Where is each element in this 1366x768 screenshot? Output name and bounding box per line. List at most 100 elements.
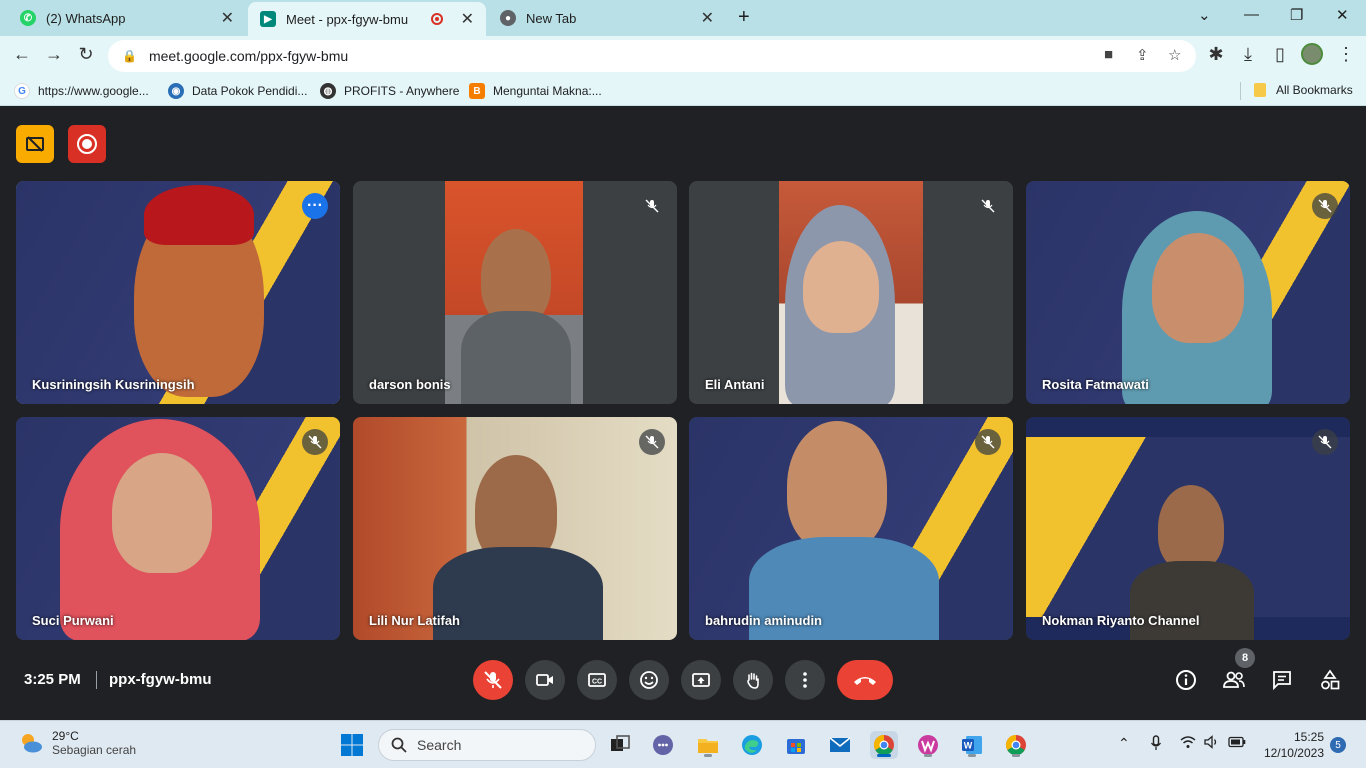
download-icon[interactable]: ⤓ [1236, 44, 1260, 65]
weather-widget[interactable]: 29°C Sebagian cerah [18, 729, 136, 757]
participant-shirt [1130, 561, 1254, 640]
taskbar-app-wps[interactable] [914, 731, 942, 759]
taskbar-app-mail[interactable] [826, 731, 854, 759]
start-button[interactable] [338, 731, 366, 759]
back-arrow-icon[interactable]: ← [10, 44, 34, 65]
volume-icon[interactable] [1204, 735, 1220, 752]
hang-up-icon [854, 677, 876, 685]
emoji-icon [640, 671, 658, 689]
close-tab-icon[interactable]: ✕ [461, 9, 474, 29]
battery-icon[interactable] [1228, 735, 1246, 751]
meeting-code: ppx-fgyw-bmu [109, 671, 212, 688]
participant-tile-6[interactable]: Lili Nur Latifah [353, 417, 677, 640]
more-options-button[interactable] [785, 660, 825, 700]
participant-tile-2[interactable]: darson bonis [353, 181, 677, 404]
dapodik-icon: ◉ [168, 83, 184, 99]
reload-icon[interactable]: ↻ [74, 44, 98, 65]
close-tab-icon[interactable]: ✕ [701, 8, 714, 28]
tray-overflow-chevron-icon[interactable]: ⌃ [1118, 735, 1130, 752]
leave-call-button[interactable] [837, 660, 893, 700]
participant-tile-4[interactable]: Rosita Fatmawati [1026, 181, 1350, 404]
share-icon[interactable]: ⇪ [1136, 46, 1149, 64]
windows-logo-icon [341, 734, 363, 756]
participant-name: bahrudin aminudin [705, 613, 822, 628]
bookmark-dapodik[interactable]: ◉ Data Pokok Pendidi... [168, 83, 307, 99]
captions-button[interactable]: CC [577, 660, 617, 700]
search-placeholder: Search [417, 737, 462, 753]
captions-off-badge[interactable] [16, 125, 54, 163]
mic-toggle-button[interactable] [473, 660, 513, 700]
taskbar-app-store[interactable] [782, 731, 810, 759]
people-icon [1223, 671, 1245, 688]
browser-tab-strip: ✆ (2) WhatsApp ✕ ▶ Meet - ppx-fgyw-bmu ✕… [0, 0, 1366, 36]
meeting-details-button[interactable] [1173, 667, 1199, 693]
side-panel-icon[interactable]: ▯ [1268, 44, 1292, 65]
taskbar-search[interactable]: Search [378, 729, 596, 761]
taskbar-app-teams-chat[interactable] [649, 731, 677, 759]
camera-permission-icon[interactable]: ■ [1104, 46, 1113, 63]
participant-name: Suci Purwani [32, 613, 114, 628]
new-tab-plus-icon[interactable]: + [738, 6, 750, 29]
taskbar-app-chrome-active[interactable] [870, 731, 898, 759]
meet-stage: ··· Kusriningsih Kusriningsih darson bon… [0, 107, 1366, 719]
participant-shirt [461, 311, 571, 404]
minimize-icon[interactable]: — [1244, 6, 1259, 23]
participant-tile-3[interactable]: Eli Antani [689, 181, 1013, 404]
taskbar-app-chrome-profile[interactable] [1002, 731, 1030, 759]
tab-meet[interactable]: ▶ Meet - ppx-fgyw-bmu ✕ [248, 2, 486, 36]
recording-badge[interactable] [68, 125, 106, 163]
notification-count-badge[interactable]: 5 [1330, 737, 1346, 753]
tab-search-chevron-icon[interactable]: ⌄ [1198, 6, 1211, 24]
bookmark-profits[interactable]: ◍ PROFITS - Anywhere [320, 83, 459, 99]
extensions-puzzle-icon[interactable]: ✱ [1204, 44, 1228, 65]
system-clock[interactable]: 15:25 12/10/2023 [1258, 729, 1324, 761]
close-tab-icon[interactable]: ✕ [221, 8, 234, 28]
present-screen-button[interactable] [681, 660, 721, 700]
browser-toolbar: ← → ↻ 🔒 meet.google.com/ppx-fgyw-bmu ■ ⇪… [0, 36, 1366, 76]
bookmark-star-icon[interactable]: ☆ [1168, 46, 1181, 64]
participant-name: Lili Nur Latifah [369, 613, 460, 628]
partly-cloudy-icon [22, 734, 42, 753]
mail-icon [829, 737, 851, 752]
reactions-button[interactable] [629, 660, 669, 700]
activities-button[interactable] [1317, 667, 1343, 693]
bookmark-google[interactable]: G https://www.google... [14, 83, 149, 99]
address-bar[interactable]: 🔒 meet.google.com/ppx-fgyw-bmu ■ ⇪ ☆ [108, 40, 1196, 72]
taskbar-app-file-explorer[interactable] [694, 731, 722, 759]
tab-title: (2) WhatsApp [46, 10, 126, 26]
windows-taskbar: 29°C Sebagian cerah Search W ⌃ 15:25 12/… [0, 720, 1366, 768]
taskbar-app-word[interactable]: W [958, 731, 986, 759]
raise-hand-button[interactable] [733, 660, 773, 700]
participant-tile-8[interactable]: Nokman Riyanto Channel [1026, 417, 1350, 640]
clock-time: 15:25 [1293, 730, 1324, 744]
recording-indicator-icon [430, 13, 443, 25]
url-text: meet.google.com/ppx-fgyw-bmu [148, 48, 349, 64]
participant-tile-1[interactable]: ··· Kusriningsih Kusriningsih [16, 181, 340, 404]
tab-new-tab[interactable]: ● New Tab ✕ [488, 2, 726, 34]
forward-arrow-icon[interactable]: → [42, 44, 66, 65]
menu-kebab-icon[interactable]: ⋮ [1334, 44, 1358, 65]
running-indicator [924, 754, 932, 757]
profile-avatar[interactable] [1300, 43, 1324, 70]
task-view-button[interactable] [606, 731, 634, 759]
wifi-icon[interactable] [1180, 735, 1196, 752]
participant-tile-7[interactable]: bahrudin aminudin [689, 417, 1013, 640]
participant-tile-5[interactable]: Suci Purwani [16, 417, 340, 640]
chat-icon [1273, 671, 1291, 691]
taskbar-app-edge[interactable] [738, 731, 766, 759]
bookmark-blogger[interactable]: B Menguntai Makna:... [469, 83, 602, 99]
all-bookmarks[interactable]: All Bookmarks [1254, 83, 1353, 97]
tab-whatsapp[interactable]: ✆ (2) WhatsApp ✕ [8, 2, 246, 34]
mic-off-icon [639, 429, 665, 455]
running-indicator [704, 754, 712, 757]
chat-button[interactable] [1269, 667, 1295, 693]
more-options-icon[interactable]: ··· [302, 193, 328, 219]
camera-toggle-button[interactable] [525, 660, 565, 700]
whatsapp-icon: ✆ [20, 10, 36, 26]
no-captions-icon [26, 136, 44, 152]
microphone-tray-icon[interactable] [1150, 735, 1162, 754]
people-button[interactable] [1221, 667, 1247, 693]
restore-icon[interactable]: ❐ [1290, 6, 1303, 24]
info-icon [1176, 670, 1196, 690]
close-window-icon[interactable]: ✕ [1336, 6, 1349, 24]
